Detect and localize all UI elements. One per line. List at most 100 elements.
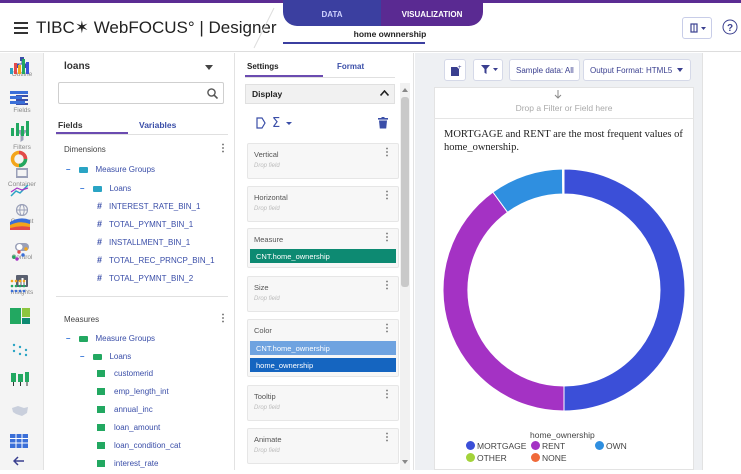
matrix-chart-icon[interactable] [10, 278, 30, 296]
output-format-dropdown[interactable]: Output Format: HTML5 [583, 59, 691, 81]
bucket-size[interactable]: Size Drop field ⋮ [247, 276, 399, 312]
boxplot-icon[interactable] [10, 370, 30, 388]
treemap-icon[interactable] [10, 308, 30, 326]
trash-icon[interactable] [378, 117, 388, 129]
menu-icon[interactable] [14, 22, 28, 34]
scroll-down-icon[interactable] [402, 460, 408, 464]
field-pill[interactable]: CNT.home_ownership [250, 341, 396, 355]
measure-field[interactable]: emp_length_int [97, 387, 169, 396]
svg-text:?: ? [727, 23, 733, 34]
drop-hint: Drop field [254, 448, 280, 454]
table-icon[interactable] [10, 434, 30, 452]
bucket-vertical[interactable]: Vertical Drop field ⋮ [247, 143, 399, 179]
scatter-chart-icon[interactable] [10, 246, 30, 264]
measure-field[interactable]: interest_rate [97, 459, 158, 468]
field-pill[interactable]: CNT.home_ownership [250, 249, 396, 263]
insert-page-icon: + [450, 64, 462, 76]
pie-chart-icon[interactable] [10, 150, 30, 168]
measure-field[interactable]: annual_inc [97, 405, 153, 414]
filter-button[interactable] [473, 59, 503, 81]
scroll-up-icon[interactable] [402, 88, 408, 92]
bucket-label: Animate [254, 435, 282, 444]
sigma-icon[interactable]: Σ [272, 116, 294, 130]
insert-button[interactable]: + [444, 59, 466, 81]
collapse-arrow-icon[interactable] [13, 456, 33, 474]
collapse-icon[interactable] [380, 90, 389, 96]
container-icon [16, 167, 28, 179]
divider-slash [252, 6, 276, 50]
measure-field[interactable]: loan_condition_cat [97, 441, 181, 450]
legend-swatch [531, 453, 540, 462]
bucket-label: Tooltip [254, 392, 276, 401]
measure-field[interactable]: customerid [97, 369, 153, 378]
measure-field[interactable]: loan_amount [97, 423, 160, 432]
tabs-divider [56, 134, 228, 135]
tab-data[interactable]: DATA [283, 0, 381, 26]
filter-icon [481, 65, 499, 75]
map-icon[interactable] [10, 403, 30, 421]
dimensions-menu-icon[interactable]: ⋮ [218, 143, 228, 154]
donut-chart [434, 160, 694, 420]
measures-menu-icon[interactable]: ⋮ [218, 313, 228, 324]
tree-group[interactable]: –Measure Groups [66, 334, 155, 343]
procedure-name: home ownnership [300, 29, 480, 39]
bucket-menu-icon[interactable]: ⋮ [382, 190, 392, 201]
bucket-label: Size [254, 283, 269, 292]
bucket-menu-icon[interactable]: ⋮ [382, 323, 392, 334]
bar-chart-icon[interactable] [10, 90, 30, 108]
display-section-title: Display [252, 89, 282, 99]
sample-data-button[interactable]: Sample data: All [509, 59, 580, 81]
dimension-field[interactable]: #TOTAL_REC_PRNCP_BIN_1 [97, 255, 215, 265]
legend-item-none[interactable]: NONE [531, 453, 567, 463]
search-input[interactable] [58, 82, 224, 104]
dimension-field[interactable]: #INSTALLMENT_BIN_1 [97, 237, 190, 247]
legend-item-other[interactable]: OTHER [466, 453, 507, 463]
help-icon[interactable]: ? [722, 19, 738, 35]
filter-drop-zone[interactable]: Drop a Filter or Field here [434, 103, 694, 113]
donut-slice-mortgage[interactable] [564, 169, 685, 411]
donut-slice-rent[interactable] [443, 192, 564, 411]
tree-folder[interactable]: –Loans [80, 184, 131, 193]
bucket-menu-icon[interactable]: ⋮ [382, 432, 392, 443]
layout-button[interactable] [682, 17, 712, 39]
legend-item-rent[interactable]: RENT [531, 441, 565, 451]
area-chart-icon[interactable] [10, 214, 30, 232]
tab-fields[interactable]: Fields [58, 120, 83, 130]
bucket-animate[interactable]: Animate Drop field ⋮ [247, 428, 399, 464]
rail-label: Fields [13, 107, 30, 114]
scrollbar-thumb[interactable] [401, 97, 409, 287]
tab-settings[interactable]: Settings [247, 62, 279, 71]
chart-picker-icon[interactable] [10, 58, 30, 76]
source-dropdown-icon[interactable] [205, 65, 213, 70]
data-source-name: loans [64, 61, 90, 72]
legend-item-mortgage[interactable]: MORTGAGE [466, 441, 526, 451]
tree-group[interactable]: –Measure Groups [66, 165, 155, 174]
tab-variables[interactable]: Variables [139, 120, 176, 130]
tab-format[interactable]: Format [337, 62, 364, 71]
field-pill[interactable]: home_ownership [250, 358, 396, 372]
settings-tabs-divider [245, 77, 395, 78]
bucket-tooltip[interactable]: Tooltip Drop field ⋮ [247, 385, 399, 421]
dimension-field[interactable]: #TOTAL_PYMNT_BIN_2 [97, 273, 193, 283]
dot-plot-icon[interactable] [10, 342, 30, 360]
donut-slice-own[interactable] [493, 169, 563, 212]
bucket-measure[interactable]: Measure ⋮ CNT.home_ownership [247, 228, 399, 268]
tab-visualization[interactable]: VISUALIZATION [381, 0, 483, 26]
bucket-menu-icon[interactable]: ⋮ [382, 147, 392, 158]
splitter[interactable] [56, 296, 228, 297]
bucket-menu-icon[interactable]: ⋮ [382, 232, 392, 243]
bucket-color[interactable]: Color ⋮ CNT.home_ownership home_ownershi… [247, 319, 399, 377]
legend-item-own[interactable]: OWN [595, 441, 627, 451]
dimension-field[interactable]: #INTEREST_RATE_BIN_1 [97, 201, 200, 211]
search-icon[interactable] [207, 88, 218, 99]
tree-folder[interactable]: –Loans [80, 352, 131, 361]
line-chart-icon[interactable] [10, 182, 30, 200]
bucket-horizontal[interactable]: Horizontal Drop field ⋮ [247, 186, 399, 222]
insight-text: MORTGAGE and RENT are the most frequent … [444, 128, 686, 154]
column-chart-icon[interactable] [10, 120, 30, 138]
measures-header: Measures [64, 315, 99, 324]
bucket-menu-icon[interactable]: ⋮ [382, 389, 392, 400]
dimension-field[interactable]: #TOTAL_PYMNT_BIN_1 [97, 219, 193, 229]
sort-icon[interactable] [256, 117, 266, 129]
bucket-menu-icon[interactable]: ⋮ [382, 280, 392, 291]
